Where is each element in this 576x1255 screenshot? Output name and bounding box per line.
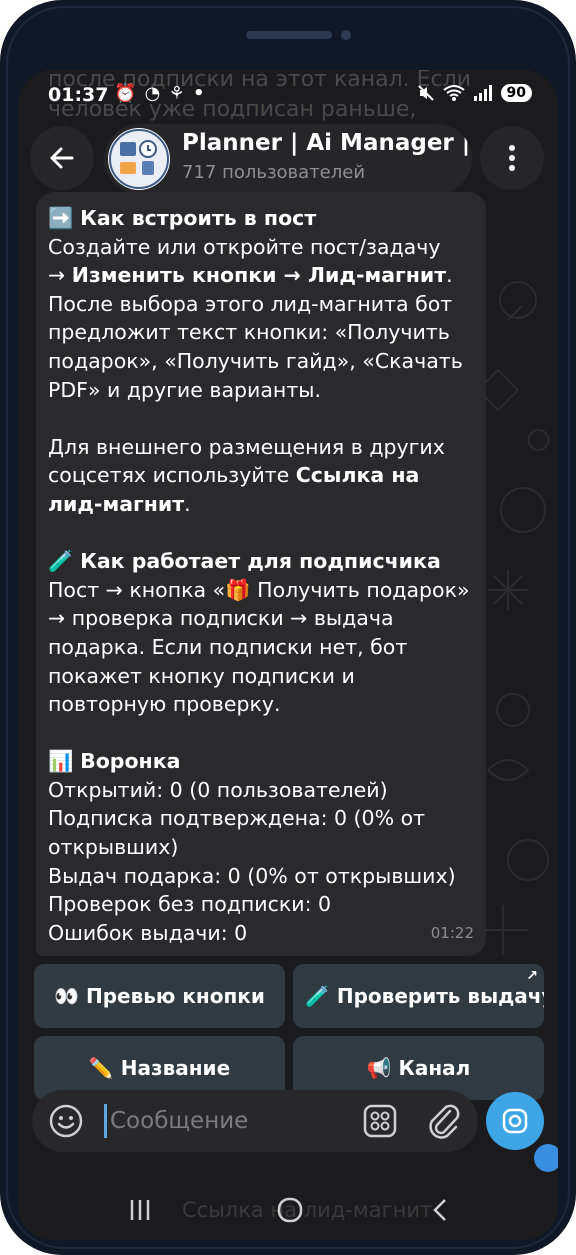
wifi-icon	[442, 85, 465, 101]
camera-button[interactable]	[486, 1092, 544, 1150]
message-input-bar	[32, 1090, 478, 1152]
subscriber-heading-text: Как работает для подписчика	[80, 549, 441, 574]
chat-info[interactable]: Planner | Ai Manager | Lead 717 пользова…	[104, 124, 472, 194]
home-icon	[277, 1197, 303, 1223]
screen: после подписки на этот канал. Если челов…	[18, 70, 558, 1240]
preview-button[interactable]: 👀 Превью кнопки	[34, 964, 285, 1028]
more-vertical-icon	[509, 145, 515, 171]
subscriber-heading: 🧪 Как работает для подписчика	[48, 547, 476, 576]
funnel-gifts: Выдач подарка: 0 (0% от открывших)	[48, 863, 456, 888]
status-bar: 01:37 ⏰ ◔ ⚘ • 90	[18, 80, 558, 112]
funnel-opens: Открытий: 0 (0 пользователей)	[48, 777, 388, 802]
nav-back-button[interactable]	[420, 1190, 460, 1230]
message-input[interactable]	[108, 1100, 352, 1142]
front-sensor	[341, 30, 351, 40]
message-bubble: ➡️ Как встроить в пост Создайте или откр…	[36, 192, 486, 956]
channel-avatar	[108, 128, 170, 190]
earpiece-speaker	[246, 31, 332, 39]
subscriber-text: Пост → кнопка «🎁 Получить подарок» → про…	[48, 577, 470, 717]
check-delivery-label: 🧪 Проверить выдачу	[305, 984, 544, 1008]
phone-frame: после подписки на этот канал. Если челов…	[0, 0, 576, 1255]
arrow-left-icon	[50, 147, 74, 169]
test-tube-emoji-icon: 🧪	[48, 549, 74, 574]
funnel-heading: 📊 Воронка	[48, 747, 476, 776]
system-nav-bar	[18, 1182, 558, 1240]
bar-chart-emoji-icon: 📊	[48, 749, 74, 774]
embed-line2: → Изменить кнопки → Лид-магнит.	[48, 263, 453, 288]
planner-logo-icon	[109, 129, 169, 189]
embed-heading-text: Как встроить в пост	[80, 206, 317, 230]
floating-badge[interactable]	[534, 1144, 558, 1172]
embed-rest: После выбора этого лид-магнита бот предл…	[48, 291, 463, 402]
battery-indicator: 90	[500, 84, 532, 102]
recent-apps-icon	[130, 1200, 150, 1220]
status-right-group: 90	[417, 84, 532, 102]
signal-icon	[473, 85, 492, 101]
member-count: 717 пользователей	[182, 162, 366, 183]
back-button[interactable]	[30, 126, 94, 190]
home-button[interactable]	[270, 1190, 310, 1230]
status-time: 01:37	[48, 84, 109, 106]
gift-emoji-icon: 🎁	[225, 577, 251, 602]
embed-path-bold: Изменить кнопки → Лид-магнит	[71, 263, 447, 288]
funnel-heading-text: Воронка	[80, 749, 181, 774]
embed-line1: Создайте или откройте пост/задачу	[48, 234, 441, 259]
funnel-confirmed: Подписка подтверждена: 0 (0% от открывши…	[48, 806, 426, 860]
external-link-icon: ↗	[526, 968, 538, 984]
chat-title: Planner | Ai Manager | Lead	[182, 130, 472, 156]
arrow-right-emoji-icon: ➡️	[48, 206, 74, 230]
notification-icons: ⏰ ◔ ⚘ •	[114, 83, 206, 104]
chat-header: Planner | Ai Manager | Lead 717 пользова…	[18, 116, 558, 196]
bot-menu-grid-icon[interactable]	[362, 1103, 398, 1139]
camera-icon	[502, 1108, 528, 1134]
more-menu-button[interactable]	[480, 126, 544, 190]
text-caret	[104, 1104, 107, 1138]
mute-icon	[417, 85, 434, 101]
funnel-no-sub-checks: Проверок без подписки: 0	[48, 892, 332, 917]
attach-clip-icon[interactable]	[426, 1101, 462, 1141]
embed-heading: ➡️ Как встроить в пост	[48, 204, 476, 233]
check-delivery-button[interactable]: 🧪 Проверить выдачу ↗	[293, 964, 544, 1028]
nav-back-icon	[433, 1199, 446, 1221]
funnel-errors: Ошибок выдачи: 0	[48, 920, 248, 945]
message-time: 01:22	[430, 924, 474, 943]
emoji-icon[interactable]	[48, 1103, 84, 1139]
external-text: Для внешнего размещения в других соцсетя…	[48, 434, 445, 516]
recent-apps-button[interactable]	[120, 1190, 160, 1230]
